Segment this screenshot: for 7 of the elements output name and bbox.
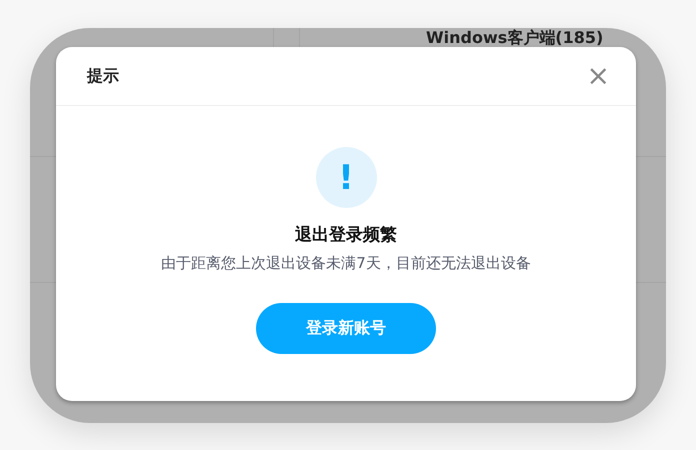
dialog-title: 提示 [87,66,119,86]
dialog-message: 由于距离您上次退出设备未满7天，目前还无法退出设备 [161,254,531,273]
close-button[interactable]: × [586,62,610,90]
login-button[interactable]: 登录新账号 [256,303,436,354]
warning-icon: ! [316,147,376,208]
dialog-heading: 退出登录频繁 [295,224,397,246]
column-header: Windows客户端(185) [426,29,604,46]
